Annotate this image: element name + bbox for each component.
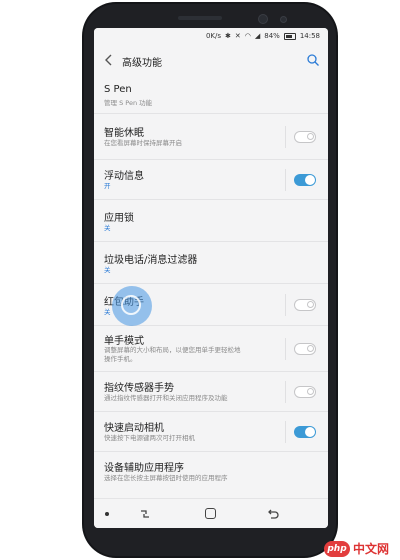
- quick-launch-camera-toggle[interactable]: [294, 426, 316, 438]
- earpiece-speaker: [178, 16, 222, 20]
- setting-s-pen[interactable]: S Pen 管理 S Pen 功能: [94, 78, 328, 114]
- setting-subtitle: 快速按下电源键两次可打开相机: [104, 434, 195, 442]
- battery-percent: 84%: [264, 32, 280, 40]
- divider: [285, 169, 286, 191]
- setting-subtitle: 在您看屏幕时保持屏幕开启: [104, 139, 182, 147]
- setting-subtitle: 关: [104, 224, 111, 232]
- network-speed: 0K/s: [205, 32, 221, 40]
- setting-title: S Pen: [104, 84, 132, 95]
- setting-subtitle: 关: [104, 308, 111, 316]
- bluetooth-icon: ✱: [225, 32, 231, 40]
- setting-fingerprint-gestures[interactable]: 指纹传感器手势 通过指纹传感器打开和关闭应用程序及功能: [94, 372, 328, 412]
- setting-title: 设备辅助应用程序: [104, 463, 184, 474]
- recent-apps-icon[interactable]: [138, 507, 152, 521]
- setting-title: 浮动信息: [104, 171, 144, 182]
- setting-subtitle: 开: [104, 182, 111, 190]
- setting-spam-filter[interactable]: 垃圾电话/消息过滤器 关: [94, 242, 328, 284]
- setting-device-assistance-app[interactable]: 设备辅助应用程序 选择在您长按主屏幕按钮时使用的应用程序: [94, 452, 328, 492]
- site-watermark: php 中文网: [324, 540, 389, 557]
- settings-list: S Pen 管理 S Pen 功能 智能休眠 在您看屏幕时保持屏幕开启 浮动信息…: [94, 78, 328, 492]
- divider: [285, 126, 286, 148]
- search-icon[interactable]: [306, 53, 320, 67]
- setting-quick-launch-camera[interactable]: 快速启动相机 快速按下电源键两次可打开相机: [94, 412, 328, 452]
- divider: [285, 421, 286, 443]
- setting-title: 垃圾电话/消息过滤器: [104, 255, 198, 266]
- sensor-dot: [280, 16, 287, 23]
- setting-subtitle: 通过指纹传感器打开和关闭应用程序及功能: [104, 394, 228, 402]
- setting-one-handed-mode[interactable]: 单手模式 调整屏幕的大小和布局，以便您用单手更轻松地 操作手机。: [94, 326, 328, 372]
- setting-subtitle-line2: 操作手机。: [104, 355, 137, 363]
- setting-subtitle: 管理 S Pen 功能: [104, 99, 153, 107]
- setting-subtitle: 关: [104, 266, 111, 274]
- setting-smart-stay[interactable]: 智能休眠 在您看屏幕时保持屏幕开启: [94, 114, 328, 160]
- battery-icon: [283, 32, 296, 40]
- setting-title: 应用锁: [104, 213, 134, 224]
- clock: 14:58: [299, 32, 320, 40]
- divider: [285, 294, 286, 316]
- back-arrow-icon[interactable]: [102, 53, 116, 67]
- fingerprint-gestures-toggle[interactable]: [294, 386, 316, 398]
- silent-icon: ✕: [234, 32, 241, 40]
- setting-app-lock[interactable]: 应用锁 关: [94, 200, 328, 242]
- floating-info-toggle[interactable]: [294, 174, 316, 186]
- status-bar: 0K/s ✱ ✕ ◠ ◢ 84% 14:58: [94, 28, 328, 46]
- wifi-icon: ◠: [244, 32, 251, 40]
- phone-screen: 0K/s ✱ ✕ ◠ ◢ 84% 14:58 高级功能 S Pen 管理 S P…: [94, 28, 328, 528]
- setting-subtitle-line1: 调整屏幕的大小和布局，以便您用单手更轻松地: [104, 346, 241, 354]
- smart-stay-toggle[interactable]: [294, 131, 316, 143]
- setting-title: 单手模式: [104, 336, 144, 347]
- watermark-logo: php: [324, 540, 350, 557]
- navigation-bar: [94, 498, 328, 528]
- setting-title: 指纹传感器手势: [104, 383, 174, 394]
- setting-floating-info[interactable]: 浮动信息 开: [94, 160, 328, 200]
- nav-hide-dot-icon[interactable]: [105, 512, 109, 516]
- setting-subtitle: 选择在您长按主屏幕按钮时使用的应用程序: [104, 474, 228, 482]
- watermark-text: 中文网: [353, 542, 390, 556]
- front-camera: [258, 14, 268, 24]
- setting-title: 智能休眠: [104, 128, 144, 139]
- home-button-icon[interactable]: [205, 508, 216, 519]
- setting-title: 快速启动相机: [104, 423, 164, 434]
- page-title: 高级功能: [122, 58, 162, 69]
- one-handed-toggle[interactable]: [294, 343, 316, 355]
- touch-indicator: [112, 286, 152, 326]
- nav-back-icon[interactable]: [266, 507, 280, 521]
- app-bar: 高级功能: [94, 46, 328, 76]
- divider: [285, 381, 286, 403]
- divider: [285, 338, 286, 360]
- signal-icon: ◢: [254, 32, 261, 40]
- red-packet-toggle[interactable]: [294, 299, 316, 311]
